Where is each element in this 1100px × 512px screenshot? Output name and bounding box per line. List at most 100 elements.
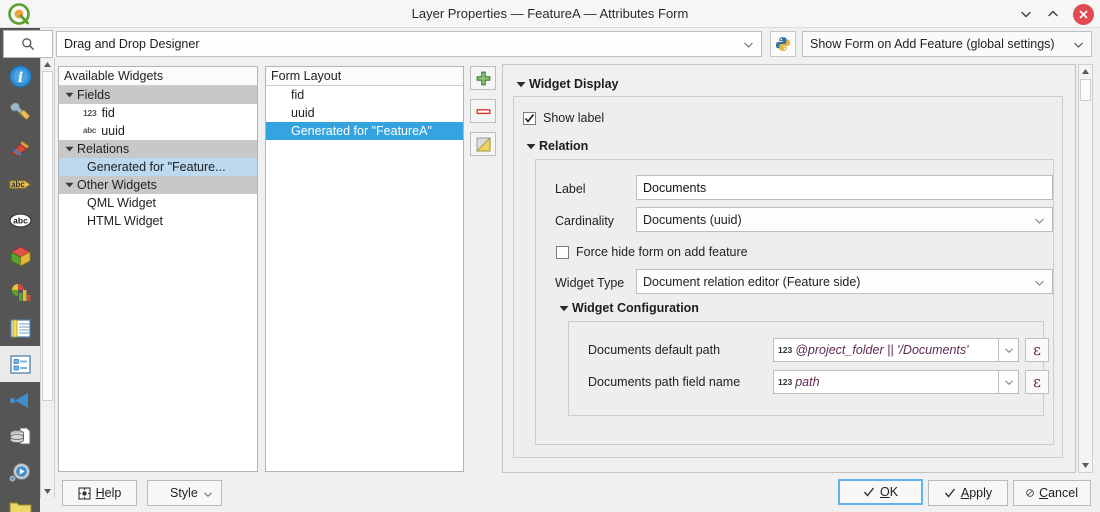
expression-input-0[interactable]: 123 @project_folder || '/Documents' xyxy=(773,338,999,362)
ok-button[interactable]: OK xyxy=(838,479,923,505)
widget-type-label: Widget Type xyxy=(555,276,625,290)
collapse-triangle-icon xyxy=(556,305,572,312)
widget-display-section-header[interactable]: Widget Display xyxy=(513,77,618,91)
field-type-badge-abc: abc xyxy=(83,126,97,135)
tree-item-label: fid xyxy=(101,106,115,120)
expression-input-1[interactable]: 123 path xyxy=(773,370,999,394)
tree-item-label: Generated for "Feature... xyxy=(87,160,226,174)
maximize-icon[interactable] xyxy=(1044,5,1062,23)
gear-play-icon xyxy=(8,462,30,482)
form-layout-header: Form Layout xyxy=(266,67,463,86)
apply-button[interactable]: Apply xyxy=(928,480,1008,506)
available-widgets-panel: Available Widgets Fields 123 fid abc uuid Rel… xyxy=(58,66,258,472)
sidebar-item-joins[interactable] xyxy=(0,382,40,418)
search-input[interactable] xyxy=(3,30,53,58)
no-entry-icon xyxy=(1026,489,1034,497)
widget-display-groupbox: Show label Relation Label Documents Card… xyxy=(513,96,1063,458)
invert-selection-button[interactable] xyxy=(470,132,496,156)
sidebar-item-fields[interactable] xyxy=(0,310,40,346)
expand-triangle-icon[interactable] xyxy=(61,92,77,98)
tree-group-5[interactable]: Other Widgets xyxy=(59,176,257,194)
sidebar-scrollbar[interactable] xyxy=(40,58,55,498)
expression-dropdown-1[interactable] xyxy=(999,370,1019,394)
tree-item-label: Other Widgets xyxy=(77,178,157,192)
config-scroll-thumb[interactable] xyxy=(1080,79,1091,101)
cardinality-combo[interactable]: Documents (uuid) xyxy=(636,207,1053,232)
sidebar-item-3d-view[interactable] xyxy=(0,238,40,274)
check-icon xyxy=(863,487,874,497)
show-form-combo[interactable]: Show Form on Add Feature (global setting… xyxy=(802,31,1092,57)
widget-configuration-header[interactable]: Widget Configuration xyxy=(556,301,699,315)
form-layout-item-1[interactable]: uuid xyxy=(266,104,463,122)
tree-item-1[interactable]: 123 fid xyxy=(59,104,257,122)
sidebar-item-source[interactable] xyxy=(0,94,40,130)
sidebar-item-labels[interactable]: abc xyxy=(0,166,40,202)
layer-properties-dialog: Layer Properties — FeatureA — Attributes… xyxy=(0,0,1100,512)
widget-configuration-groupbox: Documents default path 123 @project_folder… xyxy=(568,321,1049,416)
scroll-up-icon[interactable] xyxy=(41,58,54,71)
python-init-button[interactable] xyxy=(770,31,796,57)
show-form-value: Show Form on Add Feature (global setting… xyxy=(810,37,1055,51)
mask-abc-icon: abc xyxy=(8,212,32,228)
tree-item-6[interactable]: QML Widget xyxy=(59,194,257,212)
expression-builder-button-1[interactable]: ε xyxy=(1025,370,1049,394)
widget-type-value: Document relation editor (Feature side) xyxy=(643,274,861,289)
config-row-expression-0: 123 @project_folder || '/Documents' ε xyxy=(773,338,1049,362)
sidebar-item-information[interactable]: i xyxy=(0,58,40,94)
form-layout-item-2[interactable]: Generated for "FeatureA" xyxy=(266,122,463,140)
scroll-down-icon[interactable] xyxy=(41,485,54,498)
chevron-down-icon xyxy=(1035,213,1044,227)
sidebar-item-auxiliary-storage[interactable] xyxy=(0,418,40,454)
style-button[interactable]: Style xyxy=(147,480,222,506)
designer-toolbar: Drag and Drop Designer Show Form on Add … xyxy=(56,31,1092,57)
tree-item-7[interactable]: HTML Widget xyxy=(59,212,257,230)
sidebar-scroll-thumb[interactable] xyxy=(42,71,53,401)
sidebar-item-display[interactable] xyxy=(0,490,40,512)
tree-group-3[interactable]: Relations xyxy=(59,140,257,158)
sidebar-item-symbology[interactable] xyxy=(0,130,40,166)
green-plus-icon xyxy=(476,71,490,85)
available-widgets-tree[interactable]: Fields 123 fid abc uuid Relations Generated fo… xyxy=(59,86,257,230)
force-hide-checkbox[interactable] xyxy=(556,245,569,259)
diagram-chart-icon xyxy=(11,283,30,301)
add-widget-button[interactable] xyxy=(470,66,496,90)
form-layout-tree[interactable]: fid uuid Generated for "FeatureA" xyxy=(266,86,463,140)
style-label: Style xyxy=(170,486,198,500)
config-row-expression-1: 123 path ε xyxy=(773,370,1049,394)
relation-section-header[interactable]: Relation xyxy=(523,139,588,153)
form-layout-item-0[interactable]: fid xyxy=(266,86,463,104)
scroll-down-icon[interactable] xyxy=(1079,459,1092,472)
expand-triangle-icon[interactable] xyxy=(61,146,77,152)
help-button[interactable]: Help xyxy=(62,480,137,506)
remove-widget-button[interactable] xyxy=(470,99,496,123)
label-input[interactable]: Documents xyxy=(636,175,1053,200)
chevron-down-icon xyxy=(1035,275,1044,289)
form-layout-item-label: Generated for "FeatureA" xyxy=(291,124,432,138)
tree-group-0[interactable]: Fields xyxy=(59,86,257,104)
sidebar-item-attributes-form[interactable] xyxy=(0,346,40,382)
cancel-button[interactable]: Cancel xyxy=(1013,480,1091,506)
sidebar-item-masks[interactable]: abc xyxy=(0,202,40,238)
widget-type-combo[interactable]: Document relation editor (Feature side) xyxy=(636,269,1053,294)
config-pane-scrollbar[interactable] xyxy=(1078,64,1093,473)
minimize-icon[interactable] xyxy=(1017,5,1035,23)
force-hide-checkbox-row[interactable]: Force hide form on add feature xyxy=(556,245,748,259)
field-type-badge-123: 123 xyxy=(83,108,97,118)
chevron-down-icon xyxy=(744,37,753,51)
tree-item-2[interactable]: abc uuid xyxy=(59,122,257,140)
form-layout-item-label: uuid xyxy=(291,106,315,120)
scroll-up-icon[interactable] xyxy=(1079,65,1092,78)
tree-item-label: HTML Widget xyxy=(87,214,163,228)
expression-builder-button-0[interactable]: ε xyxy=(1025,338,1049,362)
chevron-down-icon xyxy=(1074,37,1083,51)
window-title: Layer Properties — FeatureA — Attributes… xyxy=(411,6,689,21)
expression-dropdown-0[interactable] xyxy=(999,338,1019,362)
sidebar-item-diagrams[interactable] xyxy=(0,274,40,310)
designer-type-combo[interactable]: Drag and Drop Designer xyxy=(56,31,762,57)
show-label-checkbox[interactable] xyxy=(523,111,536,125)
show-label-checkbox-row[interactable]: Show label xyxy=(523,111,604,125)
close-icon[interactable] xyxy=(1073,3,1094,25)
sidebar-item-actions[interactable] xyxy=(0,454,40,490)
tree-item-4[interactable]: Generated for "Feature... xyxy=(59,158,257,176)
expand-triangle-icon[interactable] xyxy=(61,182,77,188)
